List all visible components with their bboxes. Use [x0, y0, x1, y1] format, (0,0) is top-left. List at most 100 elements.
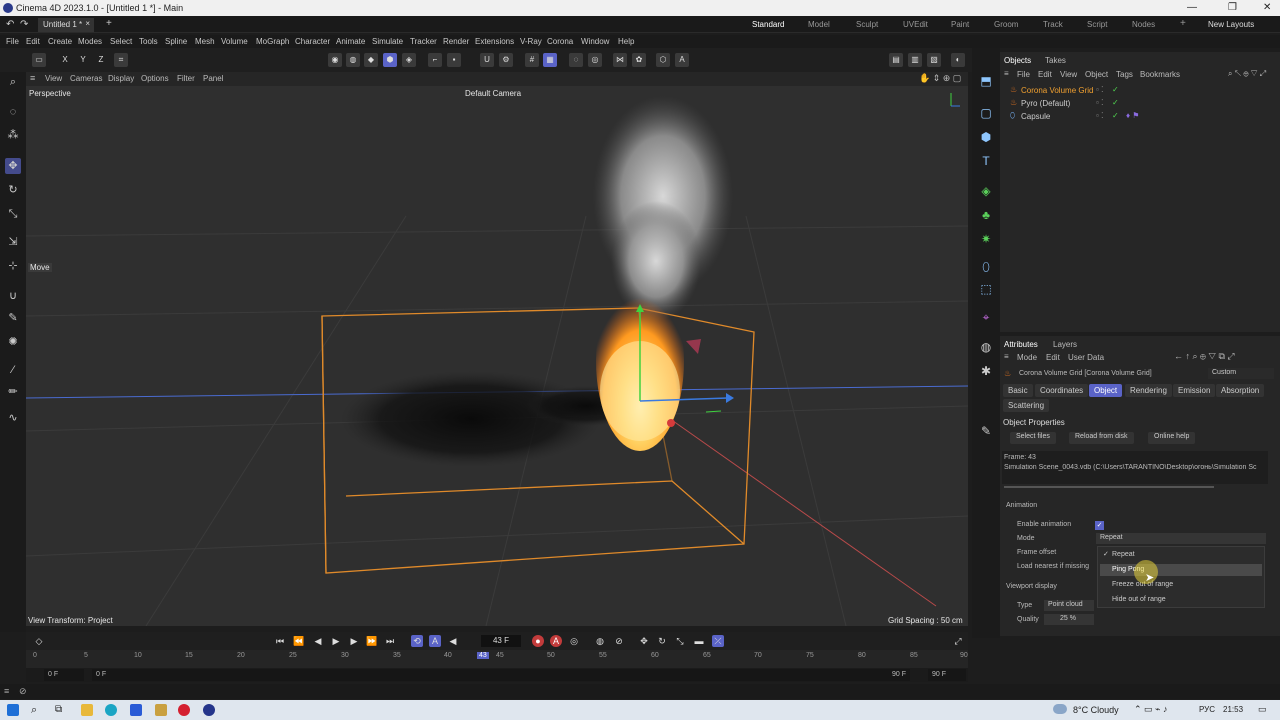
online-help-button[interactable]: Online help [1148, 432, 1196, 444]
null-object-icon[interactable]: ▢ [977, 104, 995, 122]
subtab-basic[interactable]: Basic [1003, 384, 1033, 397]
model-mode-icon[interactable]: ⬢ [383, 53, 397, 67]
viewport-menu-panel[interactable]: Panel [203, 74, 223, 83]
scene-icon[interactable]: ⬚ [977, 280, 995, 298]
start-frame-field[interactable]: 0 F [44, 669, 84, 681]
dynamics-icon[interactable]: ◌ [569, 53, 583, 67]
minimize-button[interactable]: — [1187, 2, 1197, 13]
menu-animate[interactable]: Animate [336, 37, 365, 46]
subtab-object[interactable]: Object [1089, 384, 1123, 397]
end-frame-field[interactable]: 90 F [928, 669, 966, 681]
undo-history-icon[interactable]: ▭ [32, 53, 46, 67]
info-scrollbar[interactable] [1004, 486, 1214, 488]
explorer-icon[interactable] [81, 704, 93, 716]
document-tab-close-icon[interactable]: × [85, 19, 90, 28]
quality-field[interactable]: 25 % [1044, 614, 1094, 625]
taskbar-search-icon[interactable]: ⌕ [31, 704, 43, 716]
previous-key-icon[interactable]: ⏪ [293, 635, 305, 647]
key-rotate-icon[interactable]: ↻ [656, 635, 668, 647]
object-row-corona-volume-grid[interactable]: ♨ Corona Volume Grid ▫ ⁚ ✓ [1000, 84, 1280, 97]
layout-tab-script[interactable]: Script [1087, 20, 1107, 29]
tab-takes[interactable]: Takes [1045, 56, 1066, 65]
objects-menu-edit[interactable]: Edit [1038, 70, 1052, 79]
visibility-dots-icon[interactable]: ▫ ⁚ [1096, 111, 1104, 120]
uv-mode-icon[interactable]: ◈ [402, 53, 416, 67]
viewport-camera-label[interactable]: Default Camera [465, 89, 521, 98]
knife-tool-icon[interactable]: ✎ [5, 310, 21, 326]
menu-vray[interactable]: V-Ray [520, 37, 542, 46]
tab-attributes[interactable]: Attributes [1004, 340, 1038, 349]
next-key-icon[interactable]: ⏩ [366, 635, 378, 647]
viewport-menu-display[interactable]: Display [108, 74, 134, 83]
object-row-pyro[interactable]: ♨ Pyro (Default) ▫ ⁚ ✓ [1000, 97, 1280, 110]
symmetry-icon[interactable]: ⋈ [613, 53, 627, 67]
cube-palette-icon[interactable]: ⬒ [977, 72, 995, 90]
menu-spline[interactable]: Spline [165, 37, 187, 46]
viewport-menu-filter[interactable]: Filter [177, 74, 195, 83]
preset-dropdown[interactable]: Custom [1208, 368, 1274, 379]
attributes-menu-edit[interactable]: Edit [1046, 353, 1060, 362]
start-icon[interactable] [7, 704, 19, 716]
enabled-check-icon[interactable]: ✓ [1112, 111, 1119, 120]
menu-modes[interactable]: Modes [78, 37, 102, 46]
field-icon[interactable]: ⬯ [977, 258, 995, 276]
transform-tool-icon[interactable]: ⇲ [5, 234, 21, 250]
primitive-cube-icon[interactable]: ⬢ [977, 128, 995, 146]
workplane-icon[interactable]: ▦ [543, 53, 557, 67]
key-param-icon[interactable]: ▬ [693, 635, 705, 647]
object-name[interactable]: Capsule [1021, 112, 1050, 121]
enable-animation-checkbox[interactable]: ✓ [1095, 521, 1104, 530]
grid-snap-icon[interactable]: # [525, 53, 539, 67]
falloff-icon[interactable]: ✿ [632, 53, 646, 67]
axis-mode-icon[interactable]: ⌐ [428, 53, 442, 67]
menu-volume[interactable]: Volume [221, 37, 248, 46]
task-view-icon[interactable]: ⧉ [55, 704, 67, 716]
undo-icon[interactable]: ↶ [6, 19, 14, 30]
dropdown-option-repeat[interactable]: Repeat [1112, 551, 1135, 558]
viewport-menu-cameras[interactable]: Cameras [70, 74, 102, 83]
edge-icon[interactable] [105, 704, 117, 716]
clock[interactable]: 21:53 [1223, 705, 1243, 714]
object-name[interactable]: Pyro (Default) [1021, 99, 1070, 108]
select-files-button[interactable]: Select files [1010, 432, 1056, 444]
new-layouts-button[interactable]: New Layouts [1208, 20, 1254, 29]
subtab-coordinates[interactable]: Coordinates [1035, 384, 1089, 397]
axis-x-lock-button[interactable]: X [58, 53, 72, 67]
object-tool-icon[interactable]: ⬡ [656, 53, 670, 67]
points-mode-icon[interactable]: ◉ [328, 53, 342, 67]
twist-tool-icon[interactable]: ∿ [5, 410, 21, 426]
menu-character[interactable]: Character [295, 37, 330, 46]
search-icon[interactable]: ⌕ [5, 74, 21, 90]
record-icon[interactable]: ● [532, 635, 544, 647]
add-layout-button[interactable]: + [1180, 18, 1186, 29]
deformer-icon[interactable]: ✷ [977, 230, 995, 248]
objects-hamburger-icon[interactable]: ≡ [1004, 69, 1009, 78]
menu-help[interactable]: Help [618, 37, 634, 46]
soft-select-icon[interactable]: ▪ [447, 53, 461, 67]
object-name[interactable]: Corona Volume Grid [1021, 86, 1093, 95]
paint-tool-icon[interactable]: ✏ [5, 384, 21, 400]
axis-z-lock-button[interactable]: Z [94, 53, 108, 67]
layout-tab-paint[interactable]: Paint [951, 20, 969, 29]
corona-icon[interactable]: ◐ [951, 53, 965, 67]
key-pla-icon[interactable]: ⤫ [712, 635, 724, 647]
tab-objects[interactable]: Objects [1004, 56, 1031, 65]
loop-icon[interactable]: ⟲ [411, 635, 423, 647]
pyro-tag-icon[interactable]: ♦ ⚑ [1126, 111, 1139, 120]
key-rotation-icon[interactable]: ⊘ [613, 635, 625, 647]
opera-icon[interactable] [178, 704, 190, 716]
close-button[interactable]: ✕ [1263, 2, 1271, 13]
attributes-nav-icons[interactable]: ← ↑ ⌕ ⊕ ▽ ⧉ ⤢ [1174, 351, 1235, 362]
tray-icons[interactable]: ⌃ ▭ ⌁ ♪ [1134, 704, 1167, 715]
edit-icon[interactable]: ✎ [977, 422, 995, 440]
menu-mograph[interactable]: MoGraph [256, 37, 289, 46]
layout-tab-nodes[interactable]: Nodes [1132, 20, 1155, 29]
keyframe-mode-icon[interactable]: ◇ [33, 635, 45, 647]
go-to-start-icon[interactable]: ⏮ [274, 635, 286, 647]
viewport-hamburger-icon[interactable]: ≡ [30, 73, 35, 83]
object-row-capsule[interactable]: ⬯ Capsule ▫ ⁚ ✓ ♦ ⚑ [1000, 110, 1280, 123]
edges-mode-icon[interactable]: ◍ [346, 53, 360, 67]
mode-dropdown[interactable]: Repeat [1096, 533, 1266, 544]
objects-menu-view[interactable]: View [1060, 70, 1077, 79]
selection-filter-icon[interactable]: ⁂ [5, 127, 21, 143]
